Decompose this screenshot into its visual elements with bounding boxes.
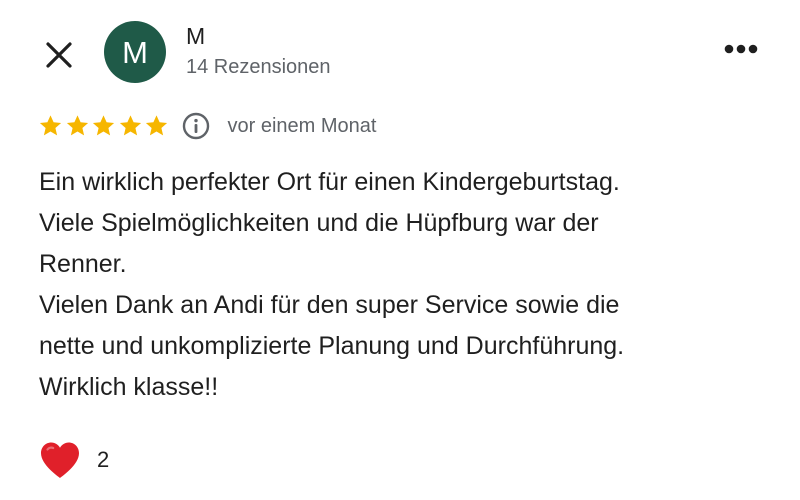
review-text-line: Ein wirklich perfekter Ort für einen Kin…: [39, 168, 620, 196]
star-rating: [38, 114, 171, 138]
star-icon: [119, 115, 141, 136]
more-options-button[interactable]: [718, 34, 764, 64]
review-text-line: Renner.: [39, 250, 127, 278]
more-options-icon: [724, 44, 758, 54]
review-text-line: Vielen Dank an Andi für den super Servic…: [39, 291, 620, 319]
heart-icon: [41, 442, 79, 478]
star-icon: [92, 115, 115, 136]
rating-row: vor einem Monat: [38, 110, 376, 142]
avatar-initial: M: [122, 34, 148, 70]
reaction-count: 2: [97, 447, 110, 472]
star-icon: [145, 115, 168, 136]
review-text-line: nette und unkomplizierte Planung und Dur…: [39, 332, 625, 360]
review-text-line: Wirklich klasse!!: [39, 373, 219, 401]
author-name[interactable]: M: [186, 23, 205, 49]
author-review-count[interactable]: 14 Rezensionen: [186, 55, 331, 79]
review-text: Ein wirklich perfekter Ort für einen Kin…: [39, 162, 789, 408]
star-icon: [66, 115, 88, 136]
review-date: vor einem Monat: [227, 115, 377, 137]
close-button[interactable]: [38, 34, 80, 76]
info-icon[interactable]: [182, 112, 210, 140]
avatar[interactable]: M: [104, 21, 166, 83]
like-button[interactable]: 2: [38, 437, 109, 483]
star-icon: [39, 115, 62, 136]
review-text-line: Viele Spielmöglichkeiten und die Hüpfbur…: [39, 209, 599, 237]
close-icon: [46, 42, 72, 68]
